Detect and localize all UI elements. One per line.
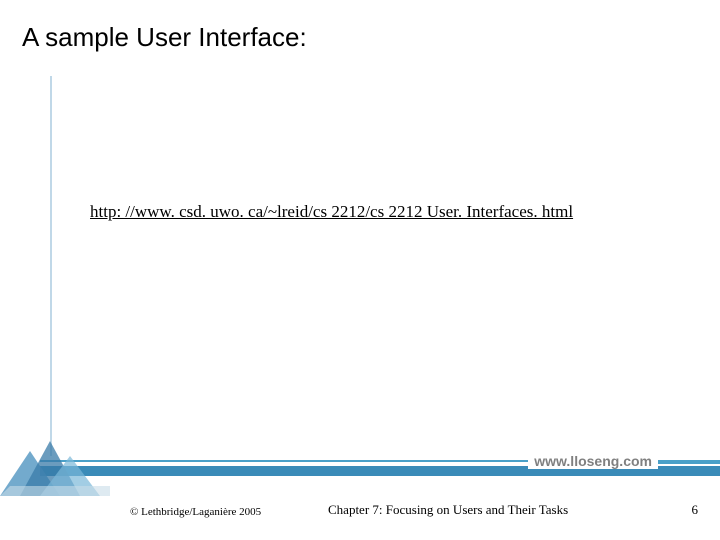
chapter-title: Chapter 7: Focusing on Users and Their T… [328, 502, 568, 518]
footer-url: www.lloseng.com [528, 453, 658, 469]
page-number: 6 [692, 502, 699, 518]
corner-decoration-icon [0, 436, 110, 496]
sample-ui-link[interactable]: http: //www. csd. uwo. ca/~lreid/cs 2212… [90, 202, 573, 222]
slide-title: A sample User Interface: [22, 22, 307, 53]
copyright-text: © Lethbridge/Laganière 2005 [130, 506, 261, 518]
left-accent-line [50, 76, 52, 456]
